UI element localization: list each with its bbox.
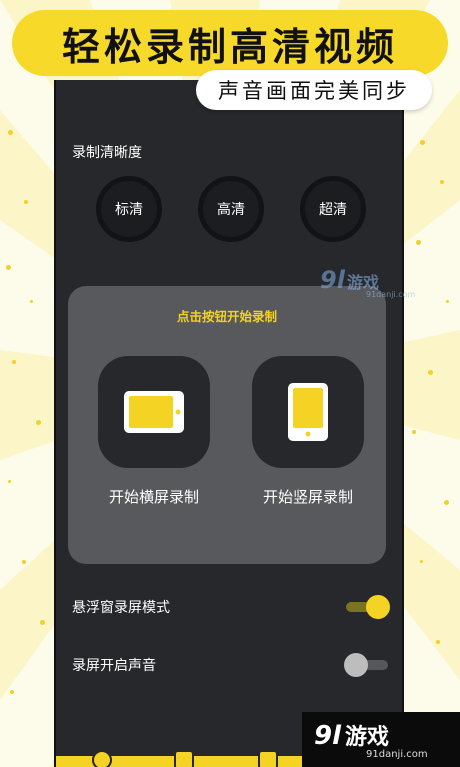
subtitle-pill: 声音画面完美同步 — [196, 70, 432, 110]
record-audio-toggle[interactable] — [344, 653, 388, 677]
watermark-text: 游戏 — [345, 725, 390, 750]
watermark-url-top: 91danji.com — [366, 290, 416, 299]
quality-sd-label: 标清 — [115, 202, 143, 218]
page-subtitle: 声音画面完美同步 — [218, 79, 410, 103]
tablet-landscape-icon — [124, 391, 184, 433]
portrait-record-button[interactable] — [252, 356, 364, 468]
watermark-mark: 9l — [320, 266, 345, 294]
record-card: 点击按钮开始录制 开始横屏录制 开始竖屏录制 — [68, 286, 386, 564]
quality-fhd-label: 超清 — [319, 202, 347, 218]
record-hint: 点击按钮开始录制 — [176, 309, 277, 324]
quality-sd-button[interactable]: 标清 — [96, 176, 162, 242]
quality-section-label: 录制清晰度 — [72, 145, 142, 161]
watermark-logo-bottom: 9l 游戏 91danji.com — [302, 712, 460, 767]
portrait-record-label: 开始竖屏录制 — [262, 488, 353, 506]
page-title: 轻松录制高清视频 — [61, 24, 398, 69]
floating-window-setting: 悬浮窗录屏模式 — [72, 592, 390, 622]
nav-video-icon[interactable] — [174, 750, 194, 767]
nav-settings-icon[interactable] — [258, 750, 278, 767]
app-screen: 录制清晰度 标清 高清 超清 点击按钮开始录制 开始横屏录制 开始竖屏录制 悬浮… — [54, 80, 404, 767]
quality-hd-button[interactable]: 高清 — [198, 176, 264, 242]
watermark-url-bottom: 91danji.com — [366, 749, 428, 760]
phone-portrait-icon — [288, 383, 328, 441]
quality-fhd-button[interactable]: 超清 — [300, 176, 366, 242]
record-audio-label: 录屏开启声音 — [72, 658, 156, 674]
landscape-record-button[interactable] — [98, 356, 210, 468]
landscape-record-label: 开始横屏录制 — [108, 488, 199, 506]
watermark-mark: 9l — [314, 721, 342, 751]
floating-window-toggle[interactable] — [346, 595, 390, 619]
quality-hd-label: 高清 — [217, 202, 245, 218]
title-banner: 轻松录制高清视频 — [12, 10, 448, 76]
toggle-knob — [344, 653, 368, 677]
record-audio-setting: 录屏开启声音 — [72, 650, 388, 680]
nav-home-icon[interactable] — [92, 750, 112, 767]
floating-window-label: 悬浮窗录屏模式 — [72, 600, 170, 616]
toggle-knob — [366, 595, 390, 619]
